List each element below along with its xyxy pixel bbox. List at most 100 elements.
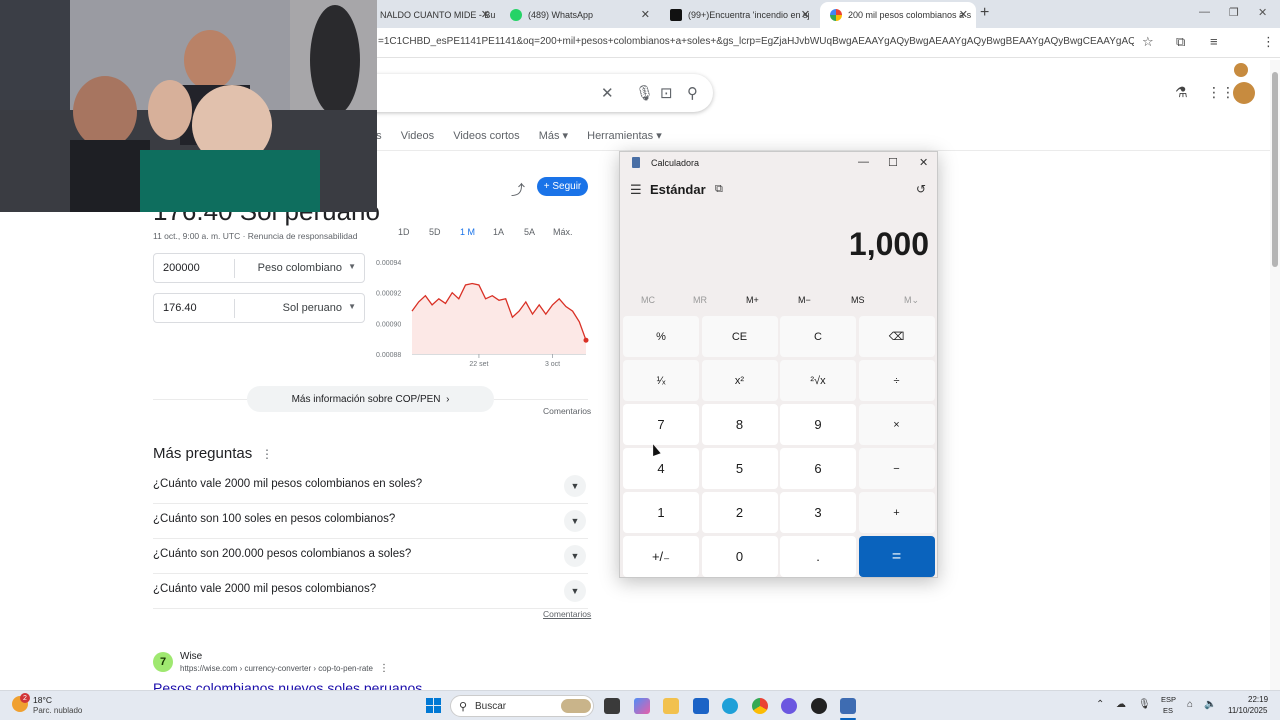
onedrive-icon[interactable]: ☁ bbox=[1116, 699, 1126, 710]
chevron-down-icon[interactable]: ▼ bbox=[564, 510, 586, 532]
input-language[interactable]: ESP bbox=[1161, 695, 1176, 704]
tab-google[interactable]: 200 mil pesos colombianos a s ✕ bbox=[820, 2, 976, 28]
dropdown-arrow-icon[interactable]: ▼ bbox=[348, 302, 356, 311]
question-row[interactable]: ¿Cuánto son 100 soles en pesos colombian… bbox=[153, 503, 588, 538]
square-button[interactable]: x² bbox=[701, 360, 778, 401]
result-options-icon[interactable]: ⋮ bbox=[379, 663, 389, 674]
share-icon[interactable]: ⤴ bbox=[511, 180, 525, 200]
chevron-down-icon[interactable]: ▼ bbox=[564, 545, 586, 567]
digit-5-button[interactable]: 5 bbox=[701, 448, 778, 489]
close-icon[interactable]: ✕ bbox=[959, 8, 968, 21]
memory-list-button[interactable]: M⌄ bbox=[904, 295, 919, 306]
range-1a[interactable]: 1A bbox=[493, 227, 504, 237]
subtract-button[interactable]: − bbox=[858, 448, 935, 489]
close-window-icon[interactable]: ✕ bbox=[1258, 6, 1267, 19]
memory-clear-button[interactable]: MC bbox=[641, 295, 655, 305]
multiply-button[interactable]: × bbox=[858, 404, 935, 445]
more-info-button[interactable]: Más información sobre COP/PEN › bbox=[247, 386, 494, 412]
copilot-icon[interactable] bbox=[634, 698, 650, 714]
question-row[interactable]: ¿Cuánto vale 2000 mil pesos colombianos … bbox=[153, 468, 588, 503]
divide-button[interactable]: ÷ bbox=[858, 360, 935, 401]
range-max[interactable]: Máx. bbox=[553, 227, 573, 237]
file-explorer-icon[interactable] bbox=[663, 698, 679, 714]
tab-more[interactable]: Más ▾ bbox=[539, 130, 568, 142]
volume-icon[interactable]: 🔈 bbox=[1204, 699, 1216, 710]
digit-3-button[interactable]: 3 bbox=[780, 492, 856, 533]
digit-7-button[interactable]: 7 bbox=[623, 404, 699, 445]
close-icon[interactable]: ✕ bbox=[481, 8, 490, 21]
page-scrollbar[interactable] bbox=[1270, 60, 1280, 690]
media-icon[interactable]: ≡ bbox=[1210, 34, 1218, 49]
chevron-down-icon[interactable]: ▼ bbox=[564, 475, 586, 497]
digit-9-button[interactable]: 9 bbox=[780, 404, 856, 445]
clear-button[interactable]: C bbox=[780, 316, 856, 357]
negate-button[interactable]: +/₋ bbox=[623, 536, 699, 577]
result-site-name[interactable]: Wise bbox=[180, 651, 202, 662]
microphone-icon[interactable]: 🎙 bbox=[1138, 699, 1151, 710]
to-amount-input[interactable]: 176.40 bbox=[163, 302, 197, 314]
close-icon[interactable]: ✕ bbox=[801, 8, 810, 21]
digit-6-button[interactable]: 6 bbox=[780, 448, 856, 489]
result-url[interactable]: https://wise.com › currency-converter › … bbox=[180, 664, 373, 673]
scrollbar-thumb[interactable] bbox=[1272, 72, 1278, 267]
memory-subtract-button[interactable]: M− bbox=[798, 295, 811, 305]
memory-add-button[interactable]: M+ bbox=[746, 295, 759, 305]
range-1m[interactable]: 1 M bbox=[460, 227, 475, 237]
calculator-taskbar-icon[interactable] bbox=[840, 698, 856, 714]
keep-on-top-icon[interactable]: ⧉ bbox=[715, 183, 723, 196]
clock-time[interactable]: 22:19 bbox=[1248, 695, 1268, 704]
history-icon[interactable]: ↺ bbox=[916, 182, 926, 196]
chrome-icon[interactable] bbox=[752, 698, 768, 714]
dropdown-arrow-icon[interactable]: ▼ bbox=[348, 262, 356, 271]
square-root-button[interactable]: ²√x bbox=[780, 360, 856, 401]
tab-youtube[interactable]: NALDO CUANTO MIDE - Bu ✕ bbox=[370, 2, 498, 28]
digit-1-button[interactable]: 1 bbox=[623, 492, 699, 533]
tab-tiktok[interactable]: (99+)Encuentra 'incendio en sj ✕ bbox=[660, 2, 818, 28]
store-icon[interactable] bbox=[693, 698, 709, 714]
range-5a[interactable]: 5A bbox=[524, 227, 535, 237]
show-hidden-icons-icon[interactable]: ⌃ bbox=[1096, 699, 1104, 710]
tab-whatsapp[interactable]: (489) WhatsApp ✕ bbox=[500, 2, 658, 28]
range-5d[interactable]: 5D bbox=[429, 227, 441, 237]
microphone-icon[interactable]: 🎙 bbox=[635, 84, 654, 102]
taskbar-search[interactable]: ⚲ Buscar bbox=[450, 695, 594, 717]
tab-videos[interactable]: Videos bbox=[401, 130, 434, 142]
backspace-button[interactable]: ⌫ bbox=[858, 316, 935, 357]
question-row[interactable]: ¿Cuánto vale 2000 mil pesos colombianos?… bbox=[153, 573, 588, 608]
tab-tools[interactable]: Herramientas ▾ bbox=[587, 130, 662, 142]
memory-store-button[interactable]: MS bbox=[851, 295, 865, 305]
minimize-icon[interactable]: — bbox=[858, 156, 869, 168]
from-currency-select[interactable]: Peso colombiano bbox=[258, 262, 342, 274]
digit-0-button[interactable]: 0 bbox=[701, 536, 778, 577]
clear-icon[interactable]: ✕ bbox=[601, 84, 614, 102]
lens-icon[interactable]: ⊡ bbox=[660, 84, 673, 102]
search-box[interactable]: ✕ 🎙 ⊡ ⚲ bbox=[330, 74, 713, 112]
account-avatar[interactable] bbox=[1233, 82, 1255, 104]
profile-avatar[interactable] bbox=[1234, 63, 1248, 77]
memory-recall-button[interactable]: MR bbox=[693, 295, 707, 305]
clear-entry-button[interactable]: CE bbox=[701, 316, 778, 357]
apps-grid-icon[interactable]: ⋮⋮ bbox=[1207, 84, 1235, 101]
search-icon[interactable]: ⚲ bbox=[687, 84, 698, 102]
add-button[interactable]: + bbox=[858, 492, 935, 533]
close-icon[interactable]: ✕ bbox=[919, 156, 928, 169]
comments-link[interactable]: Comentarios bbox=[543, 609, 591, 619]
extensions-icon[interactable]: ⧉ bbox=[1176, 34, 1185, 50]
keyboard-layout[interactable]: ES bbox=[1163, 706, 1173, 715]
new-tab-button[interactable]: + bbox=[980, 4, 989, 22]
equals-button[interactable]: = bbox=[858, 536, 935, 577]
percent-button[interactable]: % bbox=[623, 316, 699, 357]
to-currency-select[interactable]: Sol peruano bbox=[283, 302, 342, 314]
comments-link[interactable]: Comentarios bbox=[543, 406, 591, 416]
minimize-icon[interactable]: — bbox=[1199, 6, 1210, 18]
weather-temperature[interactable]: 18°C bbox=[33, 695, 52, 705]
task-view-icon[interactable] bbox=[604, 698, 620, 714]
question-row[interactable]: ¿Cuánto son 200.000 pesos colombianos a … bbox=[153, 538, 588, 573]
obs-icon[interactable] bbox=[811, 698, 827, 714]
url-field[interactable]: =1C1CHBD_esPE1141PE1141&oq=200+mil+pesos… bbox=[378, 36, 1134, 47]
menu-dots-icon[interactable]: ⋮ bbox=[1262, 34, 1275, 50]
discord-icon[interactable] bbox=[781, 698, 797, 714]
digit-8-button[interactable]: 8 bbox=[701, 404, 778, 445]
digit-4-button[interactable]: 4 bbox=[623, 448, 699, 489]
windows-start-icon[interactable] bbox=[426, 698, 441, 713]
